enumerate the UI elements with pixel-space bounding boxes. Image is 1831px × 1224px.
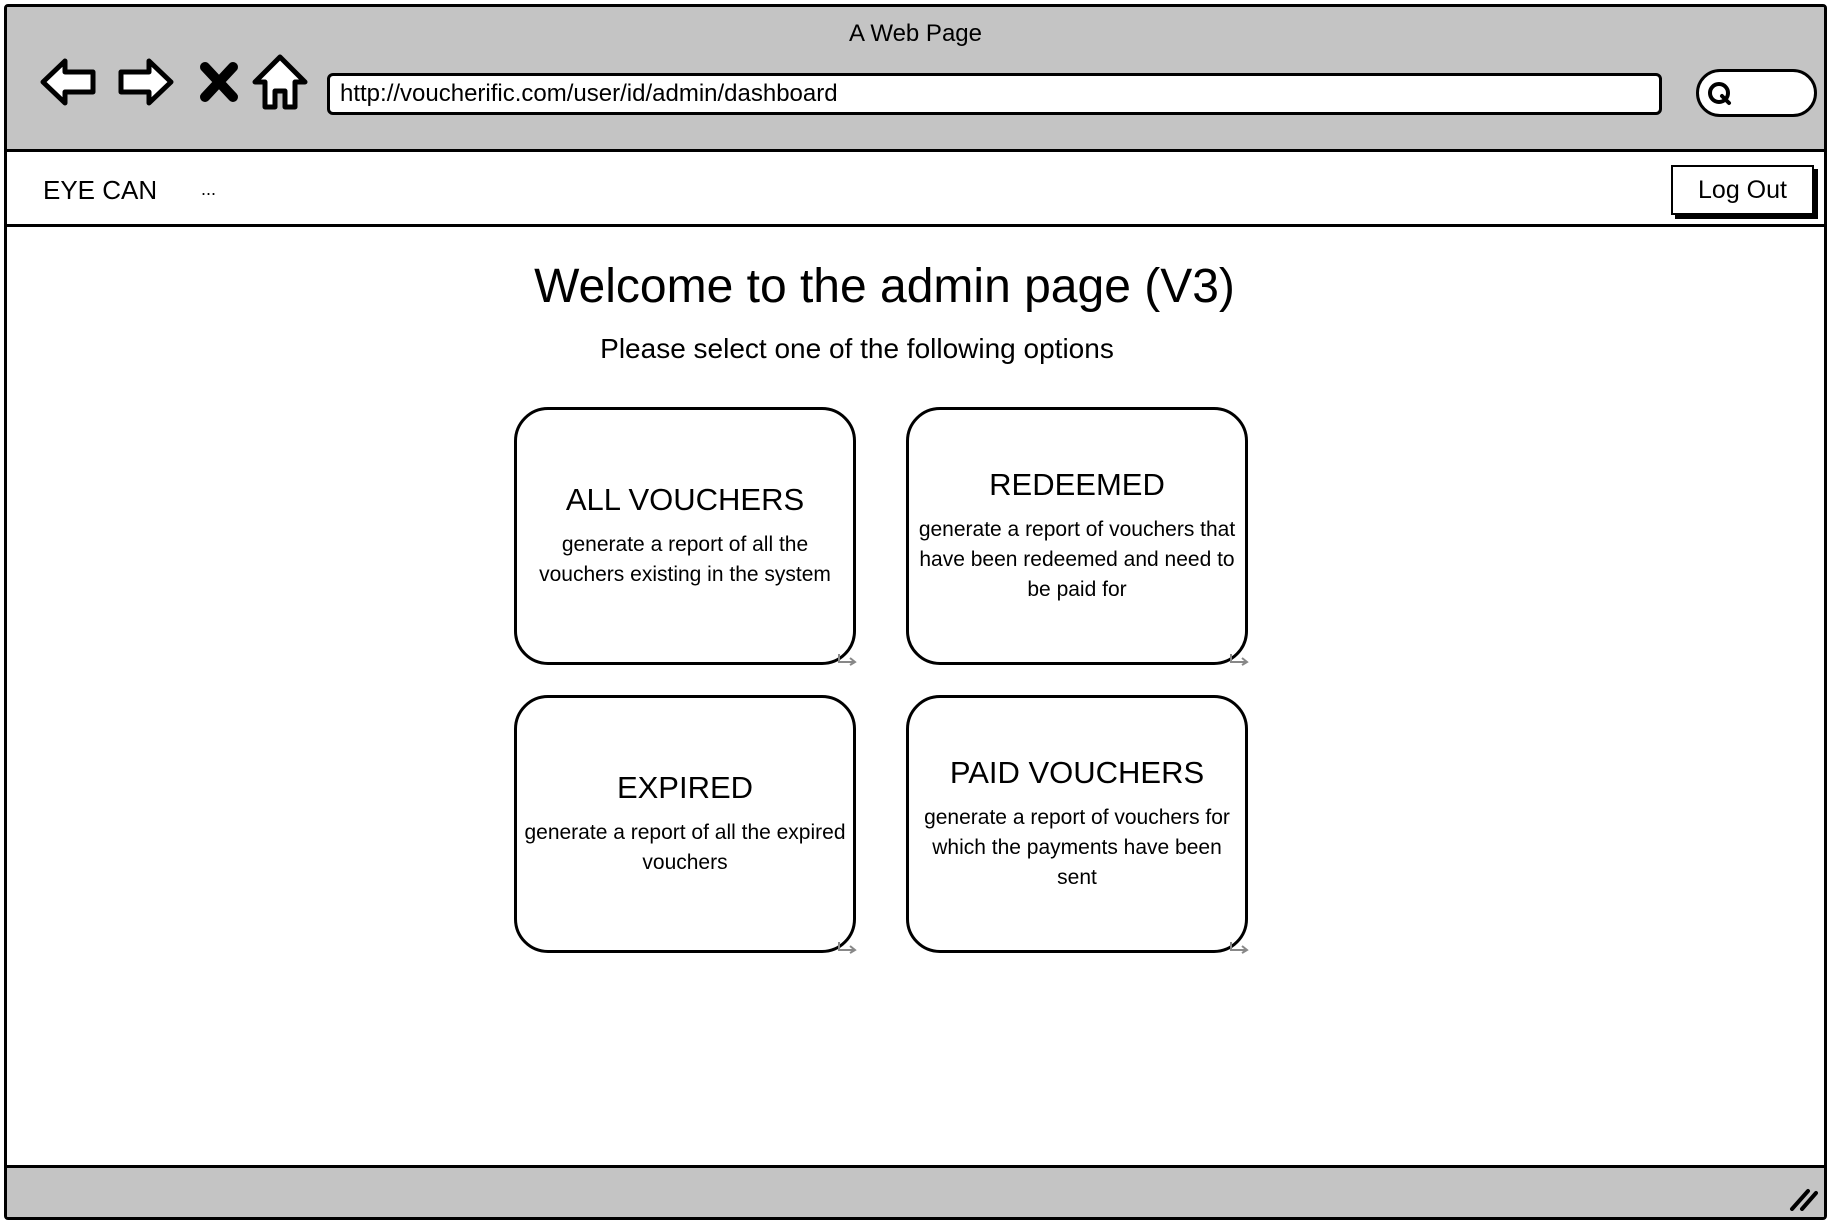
home-icon[interactable] <box>251 51 309 113</box>
card-description: generate a report of vouchers that have … <box>918 518 1236 601</box>
card-description: generate a report of vouchers for which … <box>924 806 1230 889</box>
link-corner-icon <box>838 654 857 666</box>
forward-arrow-icon[interactable] <box>115 51 177 113</box>
magnifier-icon <box>1708 82 1731 105</box>
card-expired[interactable]: EXPIRED generate a report of all the exp… <box>514 695 857 954</box>
status-bar <box>7 1165 1824 1217</box>
card-description: generate a report of all the expired vou… <box>524 821 846 874</box>
card-redeemed[interactable]: REDEEMED generate a report of vouchers t… <box>906 407 1249 666</box>
card-description: generate a report of all the vouchers ex… <box>539 533 831 586</box>
page-title: Welcome to the admin page (V3) <box>534 260 1235 313</box>
browser-window: A Web Page http://voucherific.com/user/i… <box>4 4 1827 1220</box>
search-button[interactable] <box>1696 69 1817 117</box>
stop-x-icon[interactable] <box>193 51 245 113</box>
back-arrow-icon[interactable] <box>37 51 99 113</box>
logout-button[interactable]: Log Out <box>1671 165 1814 215</box>
card-title: EXPIRED <box>616 770 754 805</box>
header-ellipsis: ... <box>201 179 217 199</box>
card-title: ALL VOUCHERS <box>565 482 805 517</box>
address-bar[interactable]: http://voucherific.com/user/id/admin/das… <box>327 73 1662 115</box>
card-all-vouchers[interactable]: ALL VOUCHERS generate a report of all th… <box>514 407 857 666</box>
app-header: EYE CAN ... Log Out <box>7 155 1824 227</box>
link-corner-icon <box>1230 942 1249 954</box>
card-paid-vouchers[interactable]: PAID VOUCHERS generate a report of vouch… <box>906 695 1249 954</box>
browser-chrome: A Web Page http://voucherific.com/user/i… <box>7 7 1824 152</box>
resize-grip-icon[interactable] <box>1788 1185 1818 1211</box>
brand-label: EYE CAN <box>43 175 158 205</box>
card-title: PAID VOUCHERS <box>949 755 1205 790</box>
window-title: A Web Page <box>849 20 982 47</box>
card-title: REDEEMED <box>989 467 1165 502</box>
page-subtitle: Please select one of the following optio… <box>600 333 1114 364</box>
link-corner-icon <box>1230 654 1249 666</box>
link-corner-icon <box>838 942 857 954</box>
